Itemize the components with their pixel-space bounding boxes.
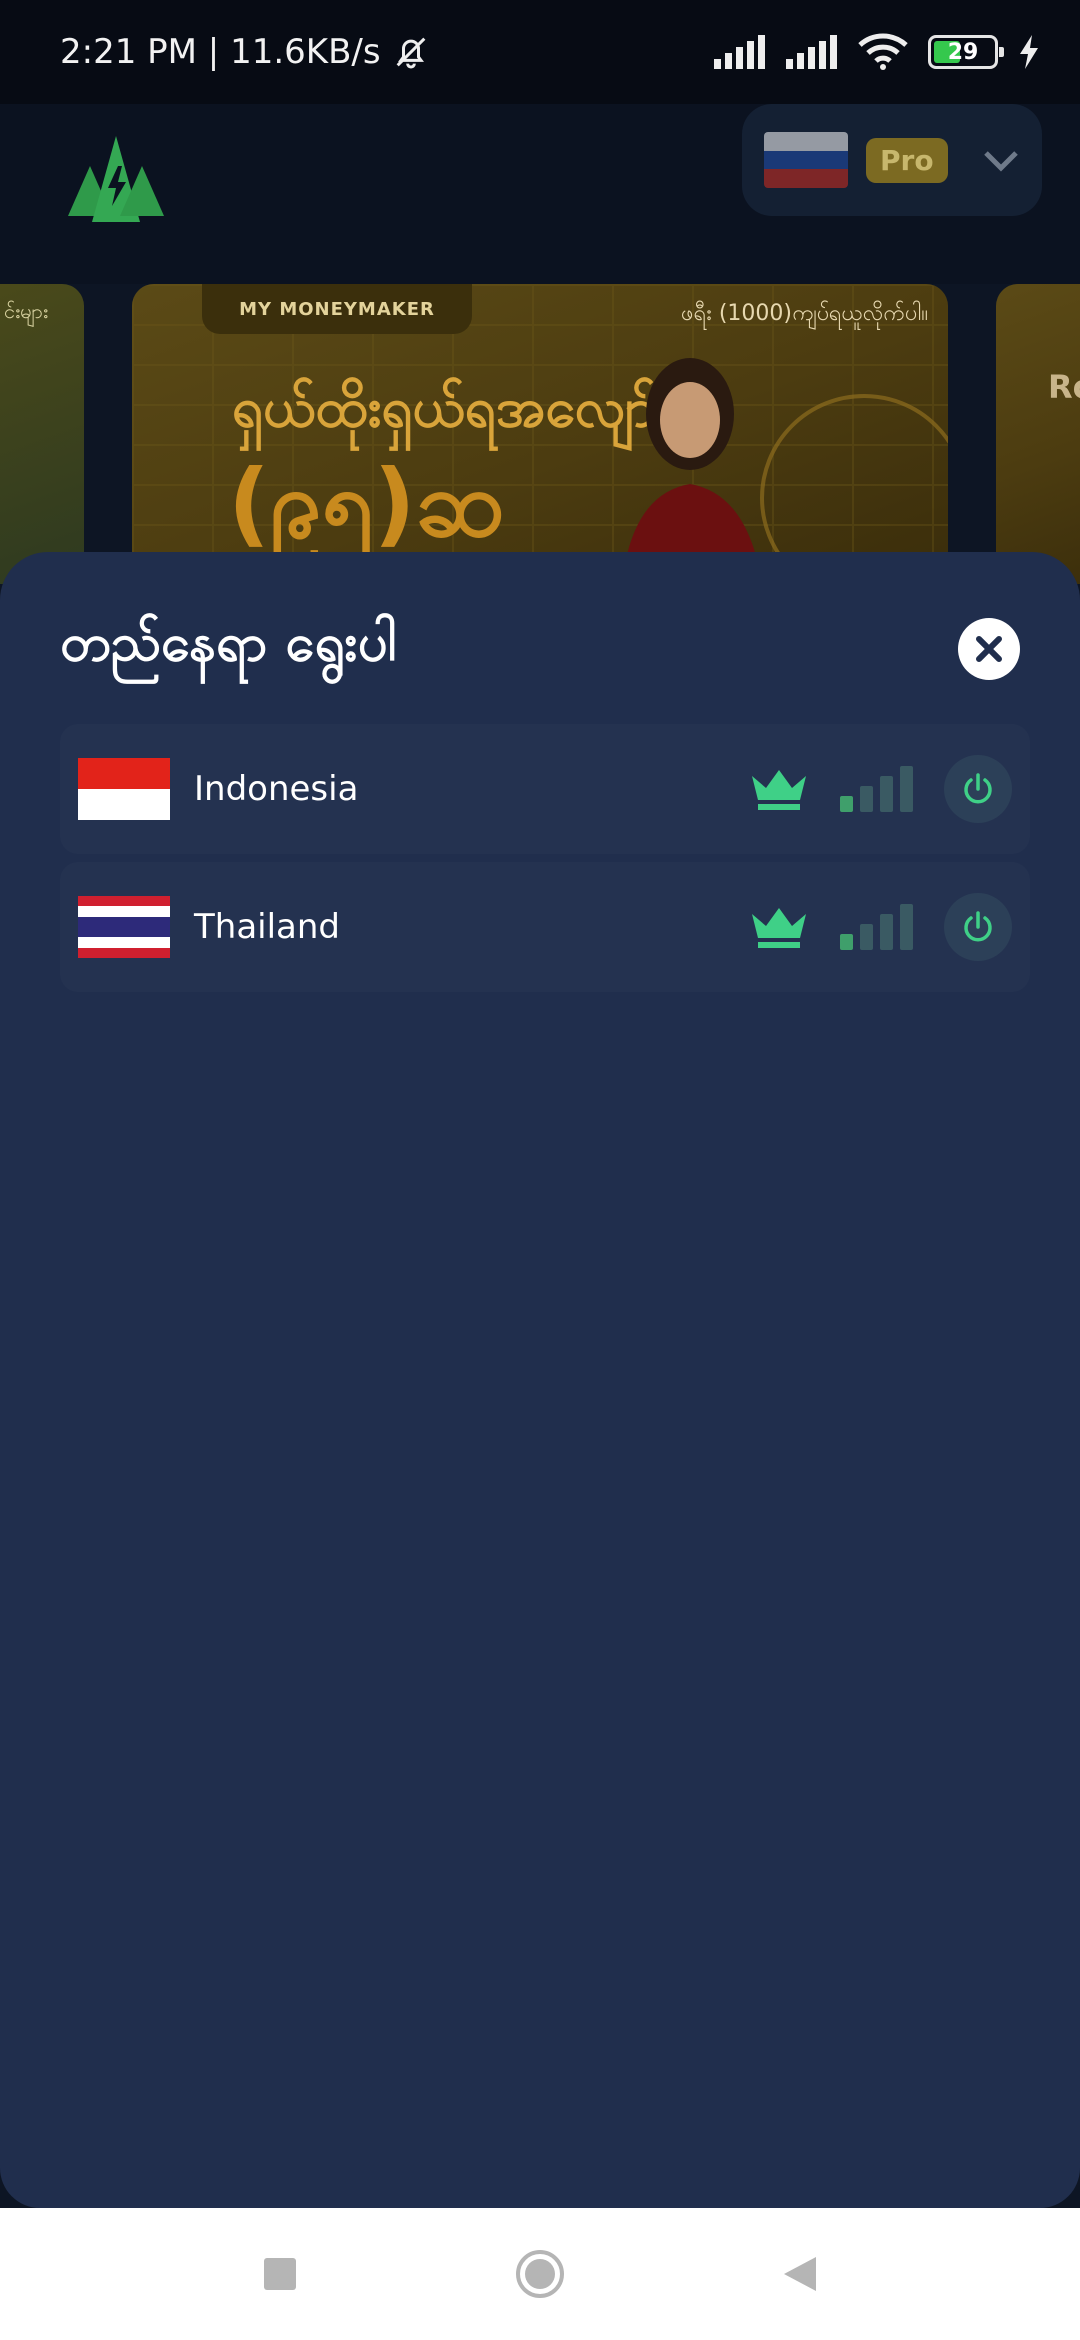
circle-icon [516,2250,564,2298]
status-left: 2:21 PM | 11.6KB/s [60,32,431,72]
app-logo-icon [68,136,164,222]
server-list: Indonesia Thailand [60,724,1030,1000]
crown-icon [752,770,806,810]
bell-off-icon [396,37,425,69]
app-header: Pro [0,104,1080,284]
charging-icon [1020,35,1038,69]
recents-button[interactable] [250,2244,310,2304]
back-button[interactable] [770,2244,830,2304]
thailand-flag-icon [78,896,170,958]
banner-carousel[interactable]: င်းများ MY MONEYMAKER ဖရီး (1000)ကျပ်ရယူ… [0,284,1080,584]
banner-left-text: င်းများ [4,299,49,323]
system-nav-bar [0,2208,1080,2340]
crown-icon [752,908,806,948]
chevron-down-icon [982,138,1020,182]
status-time-speed: 2:21 PM | 11.6KB/s [60,32,381,72]
pro-badge: Pro [866,137,948,183]
banner-main[interactable]: MY MONEYMAKER ဖရီး (1000)ကျပ်ရယူလိုက်ပါ။… [132,284,948,584]
server-row-icons [748,893,1012,961]
battery-level: 29 [947,39,979,65]
status-right: 29 [714,33,1040,71]
server-name: Thailand [194,907,341,947]
indonesia-flag-icon [78,758,170,820]
signal-strength-icon [840,904,913,950]
close-icon [976,636,1002,662]
server-row-icons [748,755,1012,823]
location-sheet: တည်နေရာ ရွေးပါ Indonesia Thailand [0,552,1080,2208]
signal-strength-icon [840,766,913,812]
close-button[interactable] [958,618,1020,680]
server-row-indonesia[interactable]: Indonesia [60,724,1030,854]
connect-button[interactable] [944,893,1012,961]
server-row-thailand[interactable]: Thailand [60,862,1030,992]
banner-person-image [622,358,762,584]
banner-headline: ရှယ်ထိုးရှယ်ရအလျော် [232,376,657,439]
home-button[interactable] [510,2244,570,2304]
triangle-back-icon [784,2257,816,2291]
wifi-icon [858,33,908,70]
server-selector-button[interactable]: Pro [742,104,1042,216]
signal-icon [714,35,765,69]
power-icon [964,773,992,804]
status-bar: 2:21 PM | 11.6KB/s 29 [0,0,1080,104]
banner-left-peek[interactable]: င်းများ [0,284,84,584]
sheet-title: တည်နေရာ ရွေးပါ [60,613,397,673]
banner-corner-text: ဖရီး (1000)ကျပ်ရယူလိုက်ပါ။ [681,301,928,326]
banner-right-peek[interactable]: Ro [996,284,1080,584]
signal-icon-2 [786,35,837,69]
banner-right-text: Ro [1048,368,1080,406]
power-icon [964,911,992,942]
battery-icon: 29 [928,35,1004,69]
banner-brand: MY MONEYMAKER [202,284,472,334]
server-name: Indonesia [194,769,359,809]
square-icon [264,2258,296,2290]
russia-flag-icon [764,132,848,188]
connect-button[interactable] [944,755,1012,823]
